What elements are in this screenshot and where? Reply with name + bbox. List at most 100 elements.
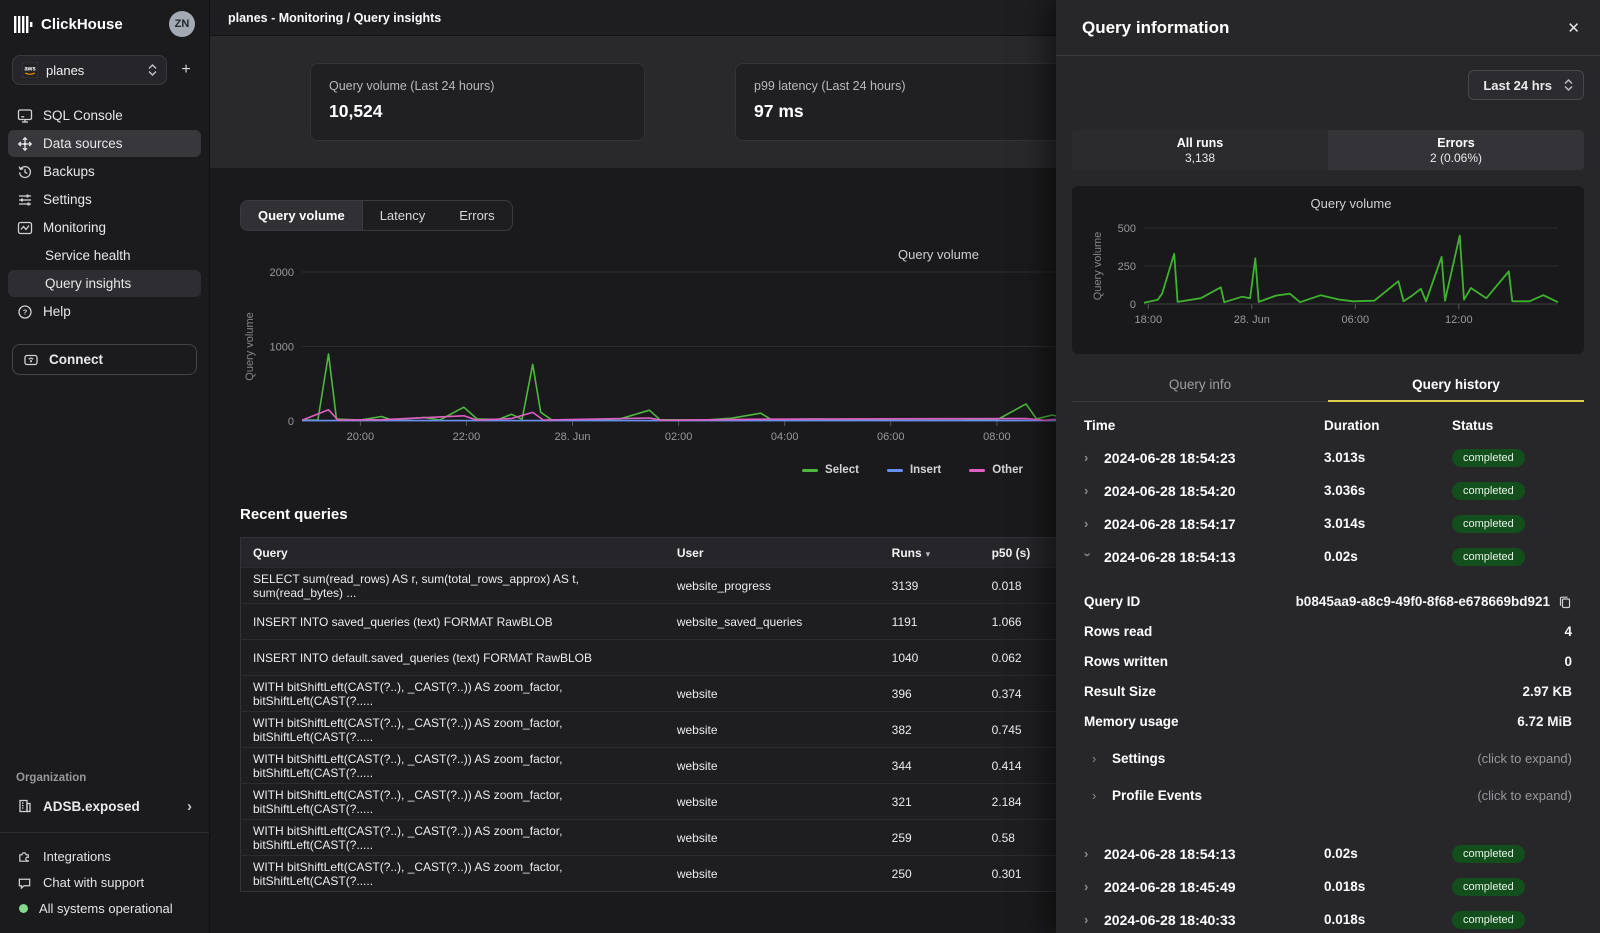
user-cell: website	[665, 676, 880, 712]
legend-item-select[interactable]: Select	[802, 464, 859, 476]
query-cell: INSERT INTO default.saved_queries (text)…	[241, 640, 665, 676]
add-service-button[interactable]: +	[175, 61, 197, 79]
sidebar-item-data-sources[interactable]: Data sources	[8, 130, 201, 157]
chevron-right-icon: ›	[1092, 788, 1100, 803]
timerange-select[interactable]: Last 24 hrs	[1468, 70, 1584, 100]
table-row[interactable]: WITH bitShiftLeft(CAST(?..), _CAST(?..))…	[241, 712, 1070, 748]
history-row[interactable]: ›2024-06-28 18:54:13 0.02s completed	[1084, 837, 1572, 870]
legend-item-other[interactable]: Other	[969, 464, 1023, 476]
svg-text:0: 0	[1130, 299, 1136, 311]
system-status[interactable]: All systems operational	[0, 895, 209, 921]
history-row[interactable]: ›2024-06-28 18:40:33 0.018s completed	[1084, 903, 1572, 933]
chevron-right-icon: ›	[1081, 553, 1096, 561]
segment-errors[interactable]: Errors 2 (0.06%)	[1328, 130, 1584, 170]
runs-cell: 1040	[880, 640, 980, 676]
sidebar-item-integrations[interactable]: Integrations	[0, 843, 209, 869]
help-icon: ?	[17, 304, 33, 320]
status-badge: completed	[1452, 911, 1525, 929]
query-cell: WITH bitShiftLeft(CAST(?..), _CAST(?..))…	[241, 712, 665, 748]
sidebar-item-query-insights[interactable]: Query insights	[8, 270, 201, 297]
sql-console-icon	[17, 108, 33, 124]
copy-icon[interactable]	[1558, 595, 1572, 609]
segment-all-runs[interactable]: All runs 3,138	[1072, 130, 1328, 170]
stat-card-query-volume: Query volume (Last 24 hours) 10,524	[310, 63, 645, 141]
table-row[interactable]: INSERT INTO saved_queries (text) FORMAT …	[241, 604, 1070, 640]
backups-icon	[17, 164, 33, 180]
sidebar-item-chat-support[interactable]: Chat with support	[0, 869, 209, 895]
svg-text:1000: 1000	[270, 342, 294, 354]
user-cell: website	[665, 820, 880, 856]
svg-text:Query volume: Query volume	[898, 247, 979, 262]
segment-value: 2 (0.06%)	[1328, 151, 1584, 165]
sidebar-item-sql-console[interactable]: SQL Console	[8, 102, 201, 129]
svg-text:02:00: 02:00	[665, 431, 693, 443]
table-row[interactable]: WITH bitShiftLeft(CAST(?..), _CAST(?..))…	[241, 676, 1070, 712]
user-cell: website	[665, 748, 880, 784]
detail-value: 0	[1564, 654, 1572, 669]
organization-switcher[interactable]: ADSB.exposed ›	[8, 792, 201, 820]
chevron-right-icon: ›	[1084, 846, 1092, 861]
updown-chevron-icon	[148, 64, 157, 76]
tab-query-history[interactable]: Query history	[1328, 370, 1584, 401]
chart-tabs: Query volume Latency Errors	[240, 200, 513, 231]
sidebar-item-service-health[interactable]: Service health	[8, 242, 201, 269]
user-avatar[interactable]: ZN	[169, 11, 195, 37]
history-time: 2024-06-28 18:54:13	[1104, 549, 1236, 565]
history-row[interactable]: ›2024-06-28 18:54:13 0.02s completed	[1084, 540, 1572, 573]
organization-name: ADSB.exposed	[43, 799, 140, 814]
tab-latency[interactable]: Latency	[363, 201, 443, 230]
sidebar-item-settings[interactable]: Settings	[8, 186, 201, 213]
tab-query-info[interactable]: Query info	[1072, 370, 1328, 401]
history-duration: 0.018s	[1324, 879, 1452, 894]
sidebar-item-monitoring[interactable]: Monitoring	[8, 214, 201, 241]
detail-metric-row: Result Size 2.97 KB	[1084, 684, 1572, 699]
data-sources-icon	[17, 136, 33, 152]
settings-expand-row[interactable]: › Settings (click to expand)	[1084, 751, 1572, 766]
query-details: Query ID b0845aa9-a8c9-49f0-8f68-e678669…	[1072, 573, 1584, 803]
legend-label: Other	[992, 464, 1023, 476]
connect-button[interactable]: Connect	[12, 344, 197, 375]
sidebar-item-backups[interactable]: Backups	[8, 158, 201, 185]
detail-metric-row: Memory usage 6.72 MiB	[1084, 714, 1572, 729]
table-row[interactable]: WITH bitShiftLeft(CAST(?..), _CAST(?..))…	[241, 856, 1070, 892]
tab-query-volume[interactable]: Query volume	[241, 201, 363, 230]
updown-chevron-icon	[1564, 79, 1573, 91]
column-header-duration: Duration	[1324, 418, 1452, 433]
legend-label: Select	[825, 464, 859, 476]
table-row[interactable]: WITH bitShiftLeft(CAST(?..), _CAST(?..))…	[241, 748, 1070, 784]
table-row[interactable]: WITH bitShiftLeft(CAST(?..), _CAST(?..))…	[241, 784, 1070, 820]
history-duration: 0.018s	[1324, 912, 1452, 927]
sidebar-item-label: Service health	[45, 248, 131, 263]
sidebar-item-help[interactable]: ? Help	[8, 298, 201, 325]
expandable-label: Settings	[1112, 751, 1165, 766]
column-header-runs[interactable]: Runs▾	[880, 538, 980, 568]
settings-sliders-icon	[17, 192, 33, 208]
column-header-user[interactable]: User	[665, 538, 880, 568]
profile-events-expand-row[interactable]: › Profile Events (click to expand)	[1084, 788, 1572, 803]
svg-text:20:00: 20:00	[347, 431, 375, 443]
chevron-right-icon: ›	[1084, 912, 1092, 927]
expandable-label: Profile Events	[1112, 788, 1202, 803]
table-row[interactable]: WITH bitShiftLeft(CAST(?..), _CAST(?..))…	[241, 820, 1070, 856]
history-row[interactable]: ›2024-06-28 18:54:23 3.013s completed	[1084, 441, 1572, 474]
column-header-query[interactable]: Query	[241, 538, 665, 568]
history-duration: 3.013s	[1324, 450, 1452, 465]
mini-chart-card: 0250500Query volumeQuery volume18:0028. …	[1072, 186, 1584, 354]
chevron-right-icon: ›	[187, 798, 192, 815]
query-id-row: Query ID b0845aa9-a8c9-49f0-8f68-e678669…	[1084, 594, 1572, 609]
history-duration: 0.02s	[1324, 846, 1452, 861]
svg-text:06:00: 06:00	[1342, 314, 1370, 326]
history-row[interactable]: ›2024-06-28 18:54:20 3.036s completed	[1084, 474, 1572, 507]
clickhouse-logo-icon[interactable]	[14, 16, 33, 33]
table-row[interactable]: INSERT INTO default.saved_queries (text)…	[241, 640, 1070, 676]
history-row[interactable]: ›2024-06-28 18:45:49 0.018s completed	[1084, 870, 1572, 903]
table-header-row: Query User Runs▾ p50 (s)	[241, 538, 1070, 568]
legend-item-insert[interactable]: Insert	[887, 464, 941, 476]
query-cell: WITH bitShiftLeft(CAST(?..), _CAST(?..))…	[241, 856, 665, 892]
history-row[interactable]: ›2024-06-28 18:54:17 3.014s completed	[1084, 507, 1572, 540]
tab-errors[interactable]: Errors	[442, 201, 511, 230]
close-icon[interactable]: ✕	[1567, 19, 1580, 37]
drawer-title: Query information	[1082, 18, 1229, 38]
table-row[interactable]: SELECT sum(read_rows) AS r, sum(total_ro…	[241, 568, 1070, 604]
service-selector[interactable]: aws planes	[12, 55, 167, 85]
